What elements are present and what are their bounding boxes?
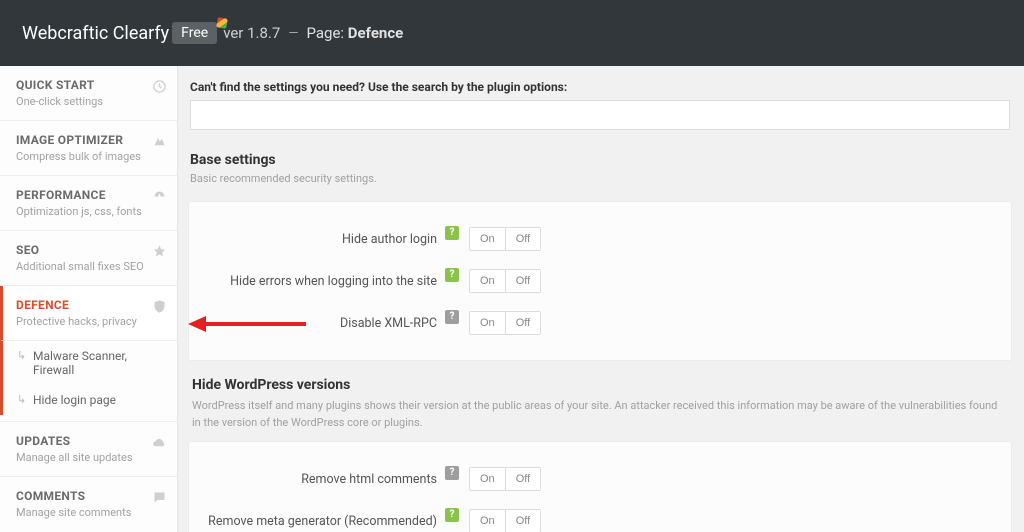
sidebar-item-sub: Additional small fixes SEO bbox=[16, 260, 163, 273]
setting-label: Hide author login bbox=[201, 232, 441, 247]
toggle-on-button[interactable]: On bbox=[470, 312, 505, 334]
toggle-off-button[interactable]: Off bbox=[505, 468, 540, 490]
toggle-remove-meta-generator: On Off bbox=[469, 509, 541, 532]
sidebar-item-sub: Manage all site updates bbox=[16, 451, 163, 464]
sidebar-item-sub: Compress bulk of images bbox=[16, 150, 163, 163]
setting-label: Remove html comments bbox=[201, 472, 441, 487]
version-text: ver 1.8.7 bbox=[223, 24, 280, 42]
cloud-icon bbox=[152, 435, 167, 450]
sidebar-item-title: DEFENCE bbox=[16, 298, 163, 312]
sidebar-item-title: IMAGE OPTIMIZER bbox=[16, 133, 163, 147]
panel-hide-wp-versions: Remove html comments ? On Off Remove met… bbox=[188, 441, 1012, 532]
star-icon bbox=[152, 244, 167, 259]
toggle-off-button[interactable]: Off bbox=[505, 270, 540, 292]
toggle-on-button[interactable]: On bbox=[470, 468, 505, 490]
sidebar-item-title: PERFORMANCE bbox=[16, 188, 163, 202]
help-icon[interactable]: ? bbox=[445, 226, 459, 240]
plan-badge: Free bbox=[172, 22, 217, 44]
toggle-on-button[interactable]: On bbox=[470, 228, 505, 250]
section-hidewp-head: Hide WordPress versions WordPress itself… bbox=[188, 361, 1012, 441]
setting-label: Hide errors when logging into the site bbox=[201, 274, 441, 289]
clock-icon bbox=[152, 79, 167, 94]
badge-wrap: Free bbox=[169, 22, 223, 44]
section-desc: WordPress itself and many plugins shows … bbox=[192, 398, 1008, 431]
separator: — bbox=[288, 26, 298, 41]
search-label: Can't find the settings you need? Use th… bbox=[190, 80, 1010, 94]
toggle-off-button[interactable]: Off bbox=[505, 510, 540, 532]
sidebar-item-sub: Optimization js, css, fonts bbox=[16, 205, 163, 218]
toggle-hide-author-login: On Off bbox=[469, 227, 541, 251]
sidebar-item-sub: Protective hacks, privacy bbox=[16, 315, 163, 328]
sidebar-item-seo[interactable]: SEO Additional small fixes SEO bbox=[0, 231, 177, 286]
shield-icon bbox=[152, 299, 167, 314]
sidebar-sub-malware[interactable]: Malware Scanner, Firewall bbox=[0, 341, 177, 385]
sidebar-item-defence[interactable]: DEFENCE Protective hacks, privacy bbox=[0, 286, 177, 341]
main-layout: QUICK START One-click settings IMAGE OPT… bbox=[0, 66, 1024, 532]
sidebar-defence-subgroup: Malware Scanner, Firewall Hide login pag… bbox=[0, 341, 177, 422]
setting-row-disable-xmlrpc: Disable XML-RPC ? On Off bbox=[201, 302, 999, 344]
help-icon[interactable]: ? bbox=[445, 466, 459, 480]
help-icon[interactable]: ? bbox=[445, 268, 459, 282]
section-title: Base settings bbox=[190, 152, 1010, 168]
sidebar-item-quickstart[interactable]: QUICK START One-click settings bbox=[0, 66, 177, 121]
spark-icon bbox=[152, 134, 167, 149]
gauge-icon bbox=[152, 189, 167, 204]
setting-row-hide-login-errors: Hide errors when logging into the site ?… bbox=[201, 260, 999, 302]
content-area: Can't find the settings you need? Use th… bbox=[178, 66, 1024, 532]
section-desc: Basic recommended security settings. bbox=[190, 172, 1010, 185]
brand-name: Webcraftic Clearfy bbox=[22, 23, 169, 44]
sidebar-sub-hidelogin[interactable]: Hide login page bbox=[0, 385, 177, 415]
toggle-disable-xmlrpc: On Off bbox=[469, 311, 541, 335]
toggle-on-button[interactable]: On bbox=[470, 270, 505, 292]
sidebar-item-image-optimizer[interactable]: IMAGE OPTIMIZER Compress bulk of images bbox=[0, 121, 177, 176]
help-icon[interactable]: ? bbox=[445, 310, 459, 324]
page-header: Webcraftic Clearfy Free ver 1.8.7 — Page… bbox=[0, 0, 1024, 66]
sidebar-item-sub: One-click settings bbox=[16, 95, 163, 108]
sidebar-item-comments[interactable]: COMMENTS Manage site comments bbox=[0, 477, 177, 531]
sidebar-item-title: COMMENTS bbox=[16, 489, 163, 503]
sidebar-item-title: QUICK START bbox=[16, 78, 163, 92]
sidebar: QUICK START One-click settings IMAGE OPT… bbox=[0, 66, 178, 532]
search-area: Can't find the settings you need? Use th… bbox=[188, 76, 1012, 140]
toggle-hide-login-errors: On Off bbox=[469, 269, 541, 293]
section-base-head: Base settings Basic recommended security… bbox=[188, 140, 1012, 201]
sidebar-item-title: UPDATES bbox=[16, 434, 163, 448]
page-label: Page: Defence bbox=[306, 24, 403, 42]
toggle-remove-html-comments: On Off bbox=[469, 467, 541, 491]
toggle-on-button[interactable]: On bbox=[470, 510, 505, 532]
sidebar-item-performance[interactable]: PERFORMANCE Optimization js, css, fonts bbox=[0, 176, 177, 231]
help-icon[interactable]: ? bbox=[445, 508, 459, 522]
setting-row-hide-author-login: Hide author login ? On Off bbox=[201, 218, 999, 260]
sidebar-item-sub: Manage site comments bbox=[16, 506, 163, 519]
sidebar-item-title: SEO bbox=[16, 243, 163, 257]
setting-row-remove-meta-generator: Remove meta generator (Recommended) ? On… bbox=[201, 500, 999, 532]
panel-base-settings: Hide author login ? On Off Hide errors w… bbox=[188, 201, 1012, 361]
setting-label: Disable XML-RPC bbox=[201, 316, 441, 331]
sidebar-item-updates[interactable]: UPDATES Manage all site updates bbox=[0, 422, 177, 477]
section-title: Hide WordPress versions bbox=[192, 377, 1008, 393]
toggle-off-button[interactable]: Off bbox=[505, 228, 540, 250]
comment-icon bbox=[152, 490, 167, 505]
search-input[interactable] bbox=[190, 100, 1010, 130]
setting-row-remove-html-comments: Remove html comments ? On Off bbox=[201, 458, 999, 500]
setting-label: Remove meta generator (Recommended) bbox=[201, 514, 441, 529]
toggle-off-button[interactable]: Off bbox=[505, 312, 540, 334]
